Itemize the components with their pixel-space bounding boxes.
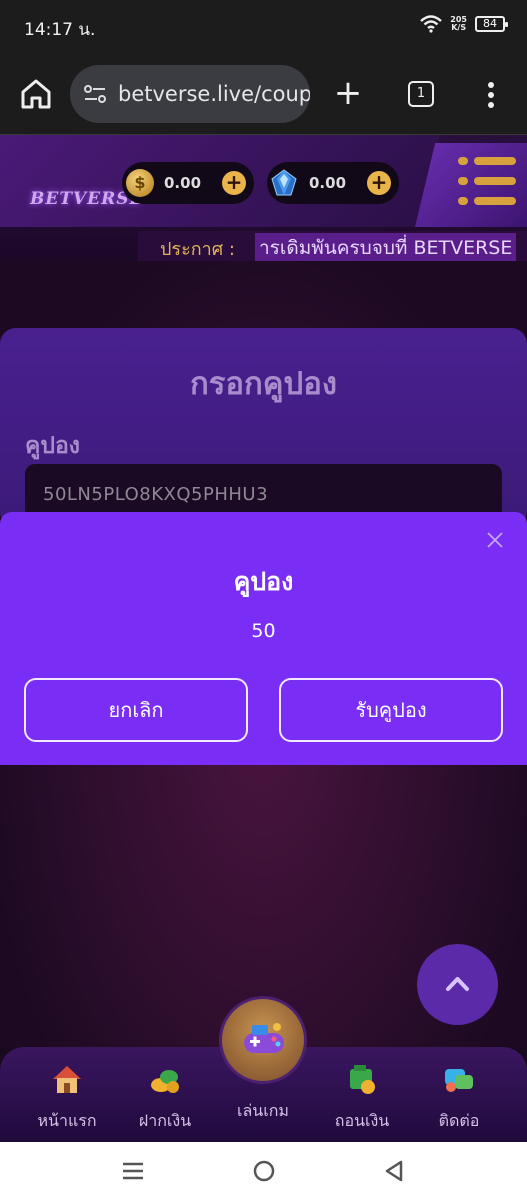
new-tab-button[interactable]: + bbox=[333, 76, 363, 112]
coin-balance: 0.00 bbox=[164, 174, 202, 192]
close-icon[interactable] bbox=[485, 530, 505, 550]
site-header: BETVERSE $ 0.00 + 0.00 + ประกาศ : ารเดิม… bbox=[0, 135, 527, 265]
coupon-form-card: กรอกคูปอง คูปอง 50LN5PLO8KXQ5PHHU3 bbox=[0, 328, 527, 528]
url-text: betverse.live/coupon bbox=[118, 82, 310, 106]
announcement-bar: ประกาศ : ารเดิมพันครบจบที่ BETVERSE bbox=[138, 231, 527, 265]
house-icon bbox=[53, 1066, 81, 1093]
system-navigation-bar bbox=[0, 1142, 527, 1200]
status-time: 14:17 น. bbox=[24, 20, 96, 40]
coin-icon: $ bbox=[126, 169, 154, 197]
nav-item-deposit[interactable]: ฝากเงิน bbox=[120, 1061, 210, 1134]
gem-balance: 0.00 bbox=[309, 174, 347, 192]
nav-item-contact[interactable]: ติดต่อ bbox=[414, 1061, 504, 1134]
tab-switcher-button[interactable]: 1 bbox=[408, 81, 434, 107]
nav-item-home[interactable]: หน้าแรก bbox=[22, 1061, 112, 1134]
coin-wallet: $ 0.00 + bbox=[122, 162, 254, 204]
add-gem-button[interactable]: + bbox=[367, 171, 391, 195]
add-coin-button[interactable]: + bbox=[222, 171, 246, 195]
gamepad-icon bbox=[244, 1023, 284, 1053]
scroll-to-top-button[interactable] bbox=[417, 944, 498, 1025]
contact-icon bbox=[445, 1069, 473, 1092]
claim-coupon-button[interactable]: รับคูปอง bbox=[279, 678, 503, 742]
nav-item-play-game[interactable]: เล่นเกม bbox=[218, 1091, 308, 1124]
gem-icon bbox=[271, 169, 297, 196]
dialog-title: คูปอง bbox=[233, 567, 294, 596]
coupon-dialog: คูปอง 50 ยกเลิก รับคูปอง bbox=[0, 512, 527, 765]
browser-toolbar: betverse.live/coupon + 1 bbox=[0, 54, 527, 135]
recent-apps-icon[interactable] bbox=[118, 1156, 148, 1186]
coupon-value: 50 bbox=[251, 620, 276, 642]
more-options-icon[interactable] bbox=[482, 80, 500, 110]
site-settings-icon[interactable] bbox=[82, 81, 108, 107]
home-icon[interactable] bbox=[18, 76, 54, 112]
status-icons: 205 K/S 84 bbox=[420, 15, 508, 33]
gem-wallet: 0.00 + bbox=[267, 162, 399, 204]
home-circle-icon[interactable] bbox=[249, 1156, 279, 1186]
back-icon[interactable] bbox=[380, 1156, 410, 1186]
page-title: กรอกคูปอง bbox=[190, 366, 337, 402]
money-withdraw-icon bbox=[350, 1065, 375, 1094]
coupon-field-label: คูปอง bbox=[25, 433, 81, 459]
menu-icon[interactable] bbox=[458, 155, 516, 209]
wifi-icon bbox=[420, 15, 443, 33]
announcement-label: ประกาศ : bbox=[160, 238, 235, 260]
chevron-up-icon bbox=[446, 977, 469, 991]
announcement-text: ารเดิมพันครบจบที่ BETVERSE bbox=[254, 233, 517, 263]
nav-item-withdraw[interactable]: ถอนเงิน bbox=[317, 1061, 407, 1134]
cancel-button[interactable]: ยกเลิก bbox=[24, 678, 248, 742]
play-game-button[interactable] bbox=[219, 996, 307, 1084]
network-speed: 205 K/S bbox=[450, 15, 467, 32]
battery-icon: 84 bbox=[475, 16, 508, 32]
status-bar: 14:17 น. 205 K/S 84 bbox=[0, 0, 527, 54]
coins-deposit-icon bbox=[151, 1070, 179, 1093]
address-bar[interactable]: betverse.live/coupon bbox=[70, 65, 310, 123]
